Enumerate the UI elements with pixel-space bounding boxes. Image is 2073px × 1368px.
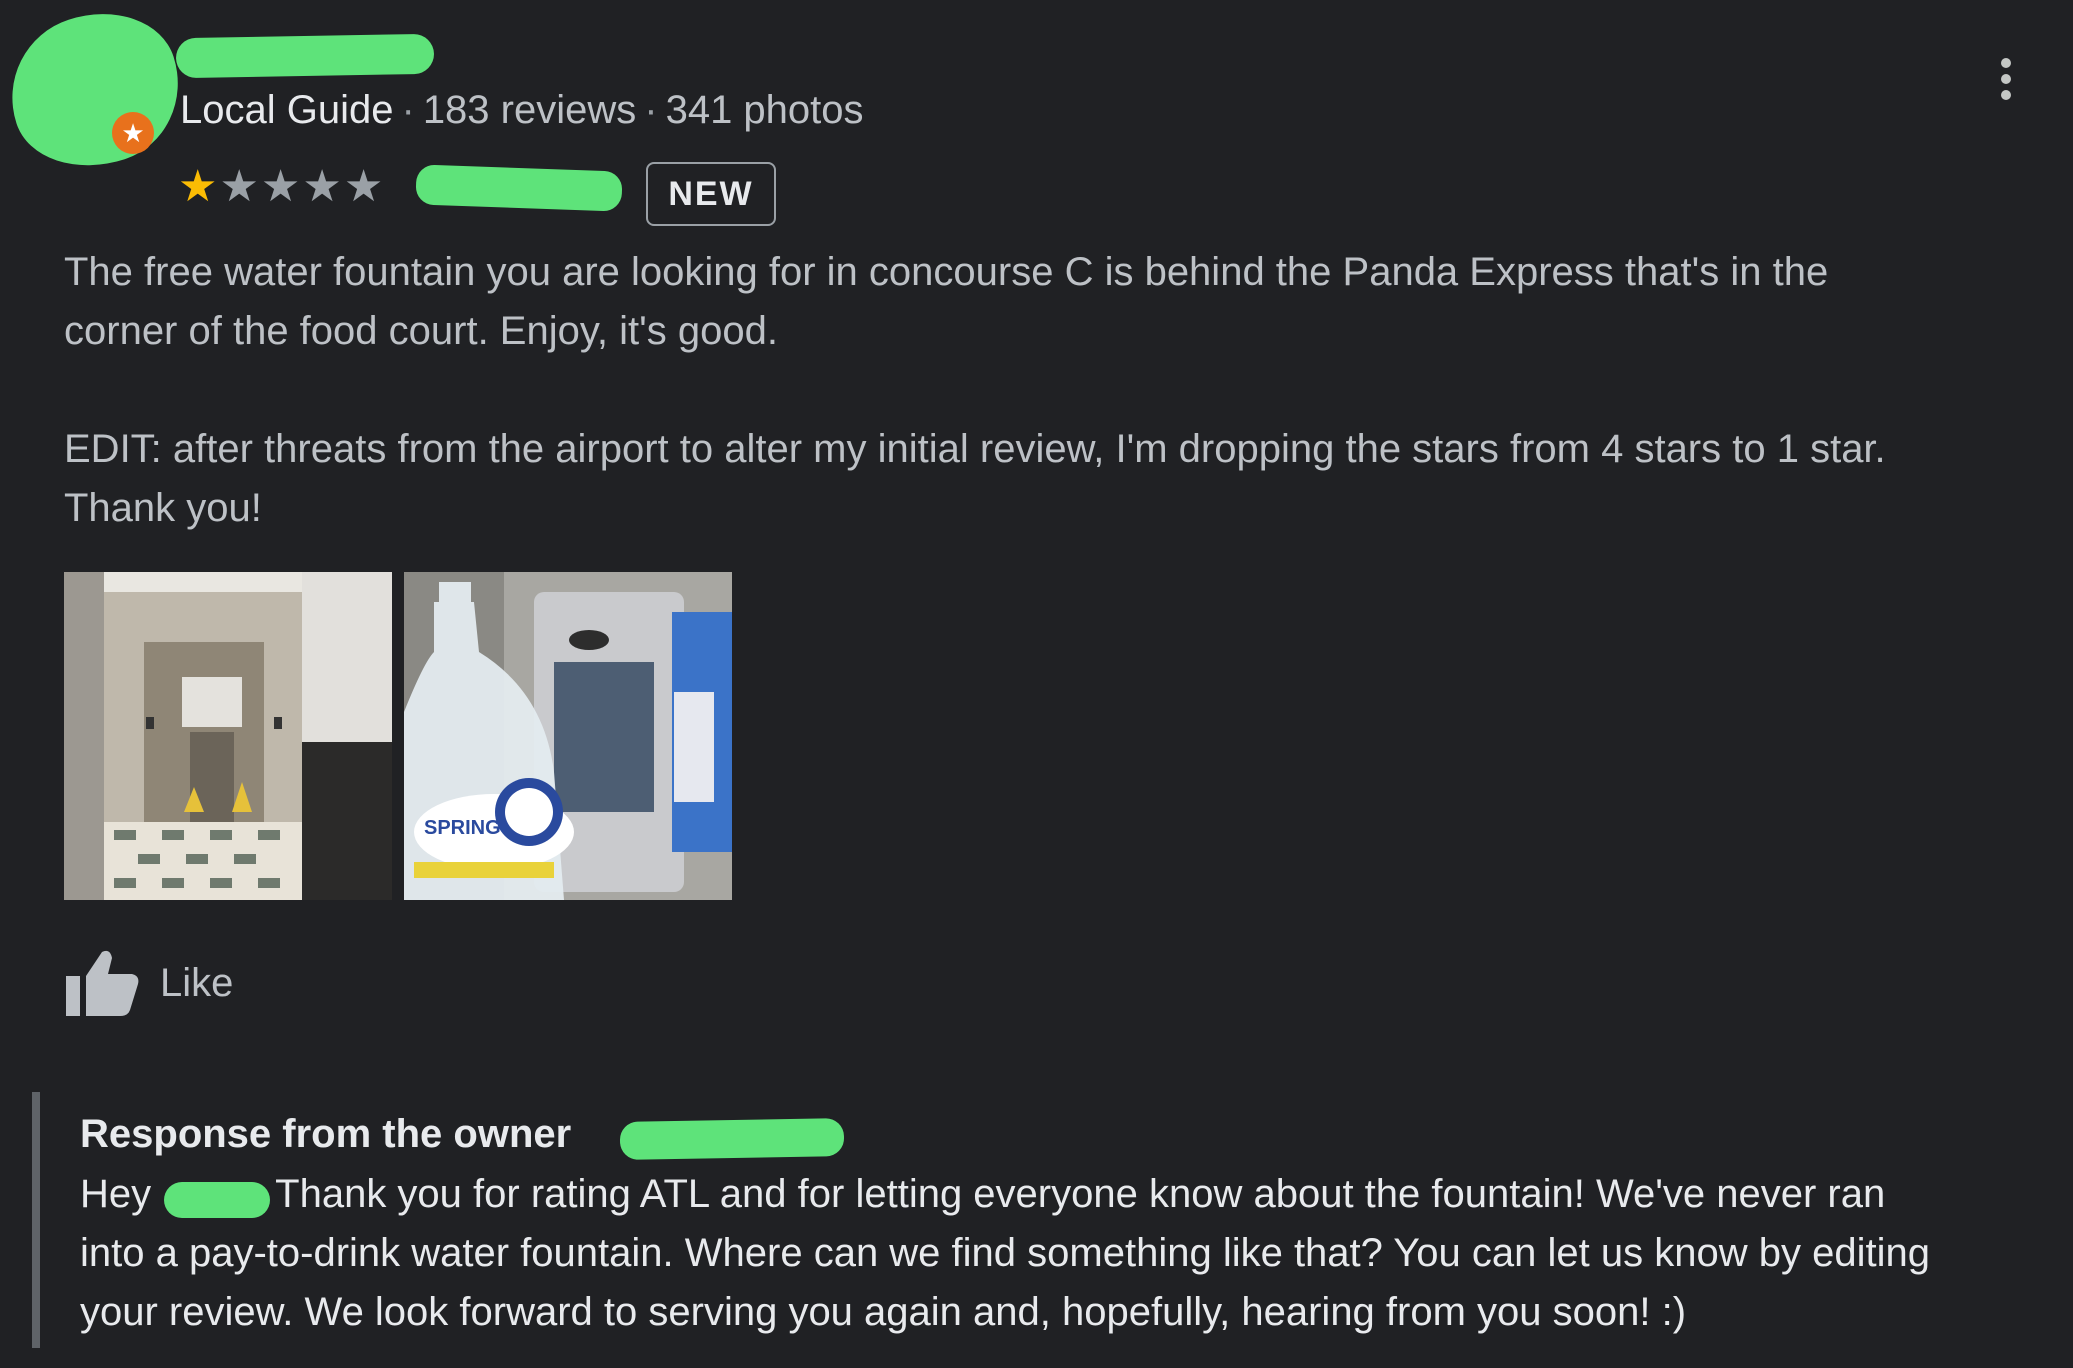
review-text-line: EDIT: after threats from the airport to …	[64, 427, 1886, 471]
owner-response-line: your review. We look forward to serving …	[80, 1290, 1687, 1334]
thumbs-up-icon	[66, 950, 139, 1016]
review-text-line: The free water fountain you are looking …	[64, 250, 1829, 294]
star-empty-icon: ★	[343, 162, 386, 211]
star-empty-icon: ★	[260, 162, 303, 211]
like-label: Like	[160, 960, 234, 1005]
owner-date-redacted	[619, 1118, 845, 1160]
like-button[interactable]: Like	[64, 946, 233, 1020]
owner-response-line: Hey Thank you for rating ATL and for lett…	[80, 1165, 1885, 1224]
review-card: ★ Local Guide · 183 reviews · 341 photos ★★★…	[0, 0, 2073, 1368]
star-empty-icon: ★	[302, 162, 344, 211]
meta-separator: ·	[644, 88, 658, 132]
new-badge: NEW	[646, 162, 776, 226]
photo-restroom-hallway	[64, 572, 392, 900]
review-photo-restroom[interactable]	[64, 572, 392, 900]
review-date-redacted	[415, 164, 623, 212]
reviewer-meta: Local Guide · 183 reviews · 341 photos	[180, 84, 864, 136]
avatar-redacted[interactable]	[0, 0, 200, 188]
photo-count: 341 photos	[665, 88, 864, 132]
reviewer-name-redacted	[164, 1182, 270, 1218]
bottle-label: SPRING	[424, 817, 501, 839]
owner-greeting: Hey	[80, 1172, 152, 1216]
review-photo-fountain[interactable]: SPRING	[404, 572, 732, 900]
local-guide-star-icon: ★	[112, 112, 154, 154]
owner-response-line: into a pay-to-drink water fountain. Wher…	[80, 1231, 1930, 1275]
owner-response-divider	[32, 1092, 40, 1348]
star-empty-icon: ★	[219, 162, 261, 211]
local-guide-label: Local Guide	[180, 88, 394, 132]
review-count: 183 reviews	[422, 88, 637, 132]
photo-water-bottle-fountain: SPRING	[404, 572, 732, 900]
review-text-line: Thank you!	[64, 486, 262, 530]
meta-separator: ·	[401, 88, 415, 132]
owner-response-text: Thank you for rating ATL and for letting…	[275, 1172, 1886, 1216]
owner-response-title: Response from the owner	[80, 1112, 572, 1156]
reviewer-name-redacted[interactable]	[175, 33, 435, 79]
review-text-line: corner of the food court. Enjoy, it's go…	[64, 309, 778, 353]
star-filled-icon: ★	[178, 162, 220, 211]
more-options-icon[interactable]	[1988, 54, 2024, 104]
star-rating: ★★★★★	[178, 162, 385, 212]
